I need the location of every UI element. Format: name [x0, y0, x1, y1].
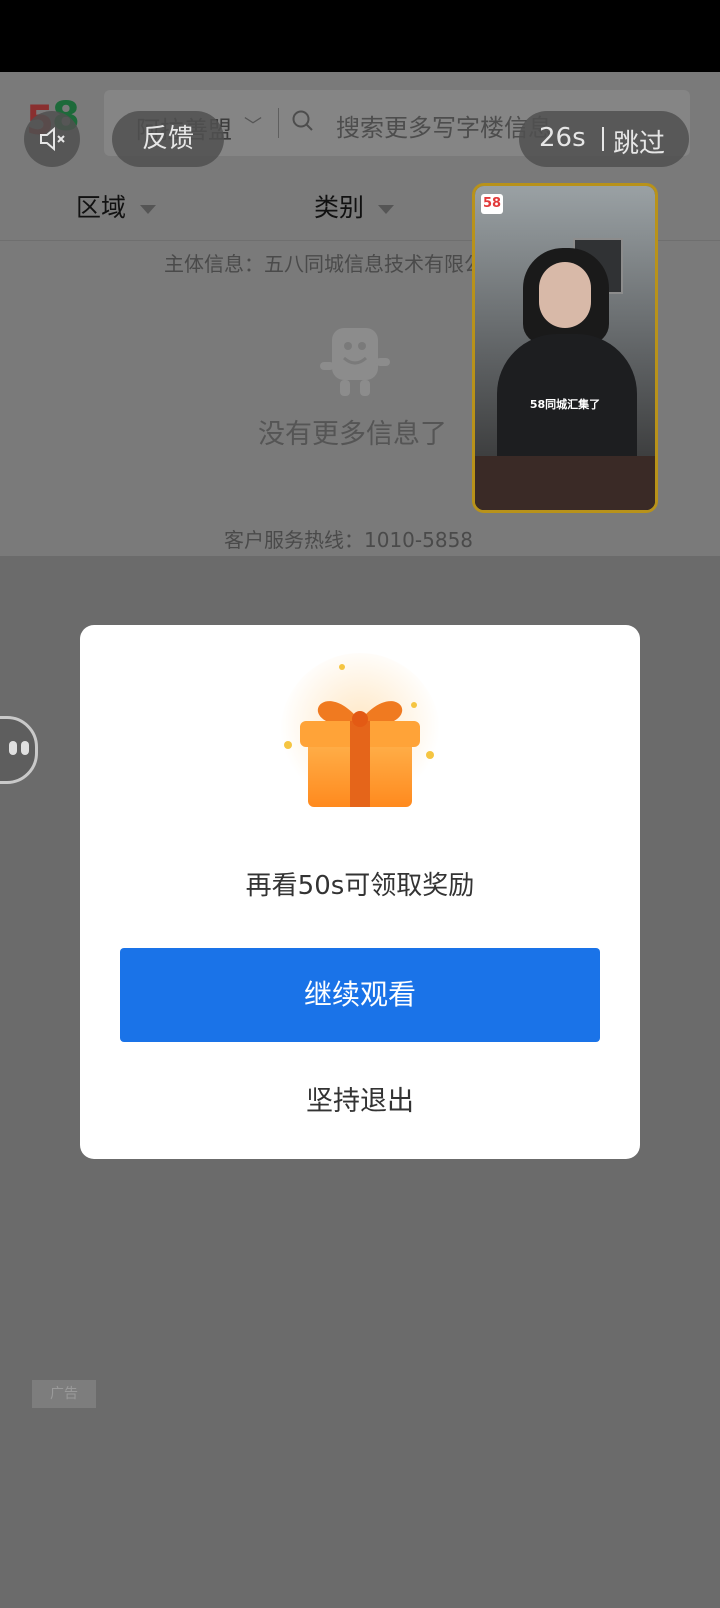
- hotline-text: 客户服务热线：1010-5858: [224, 528, 474, 552]
- search-icon: [292, 110, 313, 131]
- filter-label: 区域: [76, 193, 127, 222]
- video-person-face: [539, 262, 591, 328]
- video-caption: 58同城汇集了: [529, 398, 601, 411]
- continue-watching-button[interactable]: 继续观看: [120, 948, 600, 1042]
- countdown-text: 26s: [539, 123, 586, 153]
- divider: [602, 127, 604, 151]
- speaker-muted-icon: [40, 126, 65, 152]
- reward-dialog: 再看50s可领取奖励 继续观看 坚持退出: [80, 625, 640, 1159]
- ad-label: 广告: [32, 1380, 96, 1408]
- floating-assistant-button[interactable]: [0, 716, 38, 784]
- video-desk: [475, 456, 655, 510]
- skip-label: 跳过: [613, 129, 666, 159]
- filter-category[interactable]: 类别: [314, 188, 395, 224]
- exit-button[interactable]: 坚持退出: [260, 1077, 460, 1127]
- divider: [278, 108, 279, 138]
- filter-label: 类别: [314, 193, 365, 222]
- filter-region[interactable]: 区域: [76, 188, 157, 224]
- dropdown-triangle-icon: [140, 204, 157, 214]
- feedback-button[interactable]: 反馈: [112, 111, 224, 167]
- status-bar: [0, 0, 720, 72]
- gift-box-icon: [280, 653, 440, 813]
- chevron-down-icon: ﹀: [244, 116, 262, 137]
- video-logo: 58: [481, 194, 503, 214]
- skip-button[interactable]: 26s 跳过: [519, 111, 689, 167]
- ad-video-player[interactable]: 58 58同城汇集了: [472, 183, 658, 513]
- company-info: 主体信息：五八同城信息技术有限公司: [164, 252, 474, 276]
- eye-icon: [9, 741, 17, 755]
- eye-icon: [21, 741, 29, 755]
- mascot-icon: [320, 328, 390, 396]
- dropdown-triangle-icon: [378, 204, 395, 214]
- reward-message: 再看50s可领取奖励: [245, 871, 475, 901]
- empty-state-text: 没有更多信息了: [258, 419, 447, 450]
- mute-button[interactable]: [24, 111, 80, 167]
